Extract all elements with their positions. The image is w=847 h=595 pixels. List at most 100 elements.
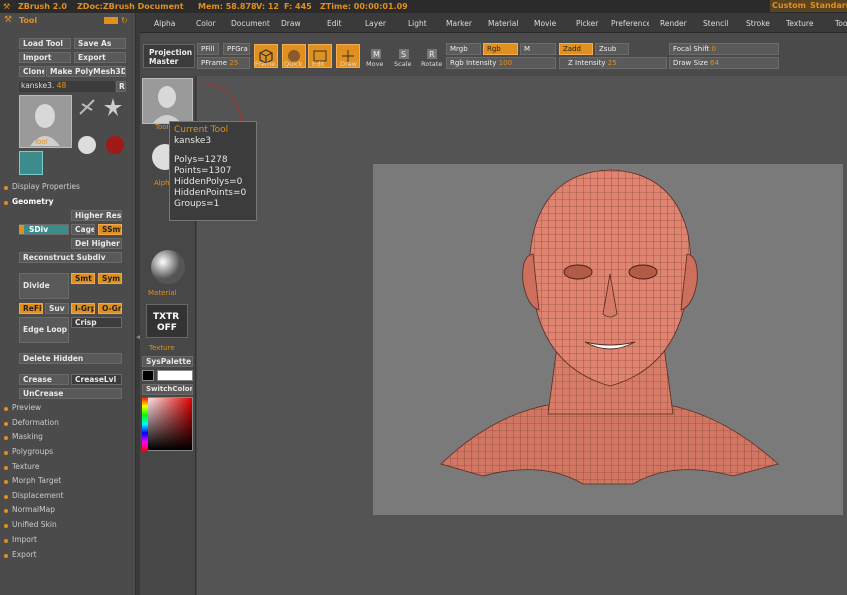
- projection-master-button[interactable]: Projection Master: [143, 44, 195, 68]
- menu-light[interactable]: Light: [408, 19, 427, 28]
- zbrush-logo-icon: ⚒: [3, 2, 11, 11]
- menu-texture[interactable]: Texture: [786, 19, 813, 28]
- face-readout: F: 445: [284, 2, 312, 11]
- save-as-button[interactable]: Save As: [74, 38, 126, 49]
- rgb-intensity-slider[interactable]: Rgb Intensity 100: [446, 57, 556, 69]
- menu-tool[interactable]: Tool: [835, 19, 847, 28]
- cage-button[interactable]: Cage: [71, 224, 95, 235]
- smt-button[interactable]: Smt: [71, 273, 95, 284]
- draw-size-slider[interactable]: Draw Size 64: [669, 57, 779, 69]
- menu-material[interactable]: Material: [488, 19, 518, 28]
- menu-layer[interactable]: Layer: [365, 19, 386, 28]
- hue-strip[interactable]: [142, 397, 148, 451]
- syspalette-button[interactable]: SysPalette: [142, 356, 193, 367]
- ssmt-button[interactable]: SSmt: [98, 224, 122, 235]
- svg-text:R: R: [429, 50, 435, 59]
- main-color-swatch[interactable]: [157, 370, 193, 381]
- menu-edit[interactable]: Edit: [327, 19, 342, 28]
- texture-header[interactable]: Texture: [12, 462, 39, 471]
- uncrease-button[interactable]: UnCrease: [19, 388, 122, 399]
- r-button[interactable]: R: [116, 81, 126, 92]
- edge-loop-button[interactable]: Edge Loop: [19, 317, 69, 343]
- current-tool-slider[interactable]: kanske3. 48: [19, 81, 115, 92]
- displacement-header[interactable]: Displacement: [12, 491, 64, 500]
- zsub-button[interactable]: Zsub: [595, 43, 629, 55]
- texture-off-thumbnail[interactable]: TXTR OFF: [146, 304, 188, 338]
- title-bar: ⚒ ZBrush 2.0 ZDoc:ZBrush Document Mem: 5…: [0, 0, 847, 13]
- igrp-button[interactable]: I-Grp: [71, 303, 95, 314]
- custom-button[interactable]: Custom: [770, 0, 808, 12]
- geometry-header[interactable]: Geometry: [12, 197, 53, 206]
- palette-collapse-icon[interactable]: [104, 17, 118, 24]
- svg-text:S: S: [401, 50, 406, 59]
- menu-marker[interactable]: Marker: [446, 19, 472, 28]
- menu-stencil[interactable]: Stencil: [703, 19, 728, 28]
- morph-target-header[interactable]: Morph Target: [12, 476, 61, 485]
- crease-lvl-slider[interactable]: CreaseLvl: [71, 374, 122, 385]
- pm3d-tool-icon[interactable]: [76, 96, 98, 118]
- zadd-button[interactable]: Zadd: [559, 43, 593, 55]
- preview-header[interactable]: Preview: [12, 403, 41, 412]
- document-canvas[interactable]: [373, 164, 843, 515]
- menu-preferences[interactable]: Preferences: [611, 19, 649, 28]
- z-intensity-slider[interactable]: Z Intensity 25: [559, 57, 667, 69]
- delete-hidden-button[interactable]: Delete Hidden: [19, 353, 122, 364]
- crisp-slider[interactable]: Crisp: [71, 317, 122, 328]
- app-title: ZBrush 2.0: [18, 2, 67, 11]
- export-header[interactable]: Export: [12, 550, 37, 559]
- refit-button[interactable]: ReFit: [19, 303, 43, 314]
- pfill-button[interactable]: PFill: [197, 43, 219, 55]
- make-polymesh-button[interactable]: Make PolyMesh3D: [46, 66, 126, 77]
- rgb-button[interactable]: Rgb: [483, 43, 518, 55]
- pframe-slider[interactable]: PFrame 25: [197, 57, 250, 69]
- sdiv-slider[interactable]: SDiv: [19, 224, 69, 235]
- pfgra-button[interactable]: PFGra: [223, 43, 250, 55]
- sym-button[interactable]: Sym: [98, 273, 122, 284]
- masking-header[interactable]: Masking: [12, 432, 43, 441]
- crease-button[interactable]: Crease: [19, 374, 69, 385]
- color-picker[interactable]: [142, 397, 193, 451]
- menu-movie[interactable]: Movie: [534, 19, 556, 28]
- display-properties-header[interactable]: Display Properties: [12, 182, 80, 191]
- del-higher-button[interactable]: Del Higher: [71, 238, 122, 249]
- menu-alpha[interactable]: Alpha: [154, 19, 175, 28]
- ogrp-button[interactable]: O-Grp: [98, 303, 122, 314]
- menu-picker[interactable]: Picker: [576, 19, 598, 28]
- higher-res-button[interactable]: Higher Res: [71, 210, 122, 221]
- head-model-mesh[interactable]: [373, 164, 843, 515]
- menu-bar: Alpha Color Document Draw Edit Layer Lig…: [140, 13, 847, 33]
- focal-shift-slider[interactable]: Focal Shift 0: [669, 43, 779, 55]
- palette-refresh-icon[interactable]: ↻: [121, 16, 128, 25]
- export-button[interactable]: Export: [74, 52, 126, 63]
- star-tool-icon[interactable]: [102, 96, 124, 118]
- deformation-header[interactable]: Deformation: [12, 418, 59, 427]
- standard-button[interactable]: Standard: [808, 0, 847, 12]
- suv-button[interactable]: Suv: [45, 303, 69, 314]
- material-sphere-icon[interactable]: [150, 249, 186, 285]
- reconstruct-subdiv-button[interactable]: Reconstruct Subdiv: [19, 252, 122, 263]
- clone-button[interactable]: Clone: [19, 66, 45, 77]
- import-button[interactable]: Import: [19, 52, 71, 63]
- small-tool-thumbnail[interactable]: [19, 151, 43, 175]
- red-sphere-tool-icon[interactable]: [104, 134, 126, 156]
- unified-skin-header[interactable]: Unified Skin: [12, 520, 57, 529]
- sphere-tool-icon[interactable]: [76, 134, 98, 156]
- menu-draw[interactable]: Draw: [281, 19, 301, 28]
- menu-render[interactable]: Render: [660, 19, 687, 28]
- divide-button[interactable]: Divide: [19, 273, 69, 299]
- switchcolor-button[interactable]: SwitchColor: [142, 384, 193, 395]
- menu-stroke[interactable]: Stroke: [746, 19, 770, 28]
- polygroups-header[interactable]: Polygroups: [12, 447, 53, 456]
- menu-color[interactable]: Color: [196, 19, 216, 28]
- secondary-color-swatch[interactable]: [142, 370, 154, 381]
- shelf-tool-thumbnail[interactable]: [142, 78, 193, 124]
- head-icon: [153, 86, 181, 123]
- m-button[interactable]: M: [520, 43, 556, 55]
- tooltip-hidden-polys: HiddenPolys=0: [174, 177, 243, 187]
- import-header[interactable]: Import: [12, 535, 37, 544]
- tooltip-tool-name: kanske3: [174, 136, 212, 146]
- menu-document[interactable]: Document: [231, 19, 270, 28]
- load-tool-button[interactable]: Load Tool: [19, 38, 71, 49]
- mrgb-button[interactable]: Mrgb: [446, 43, 481, 55]
- normalmap-header[interactable]: NormalMap: [12, 505, 55, 514]
